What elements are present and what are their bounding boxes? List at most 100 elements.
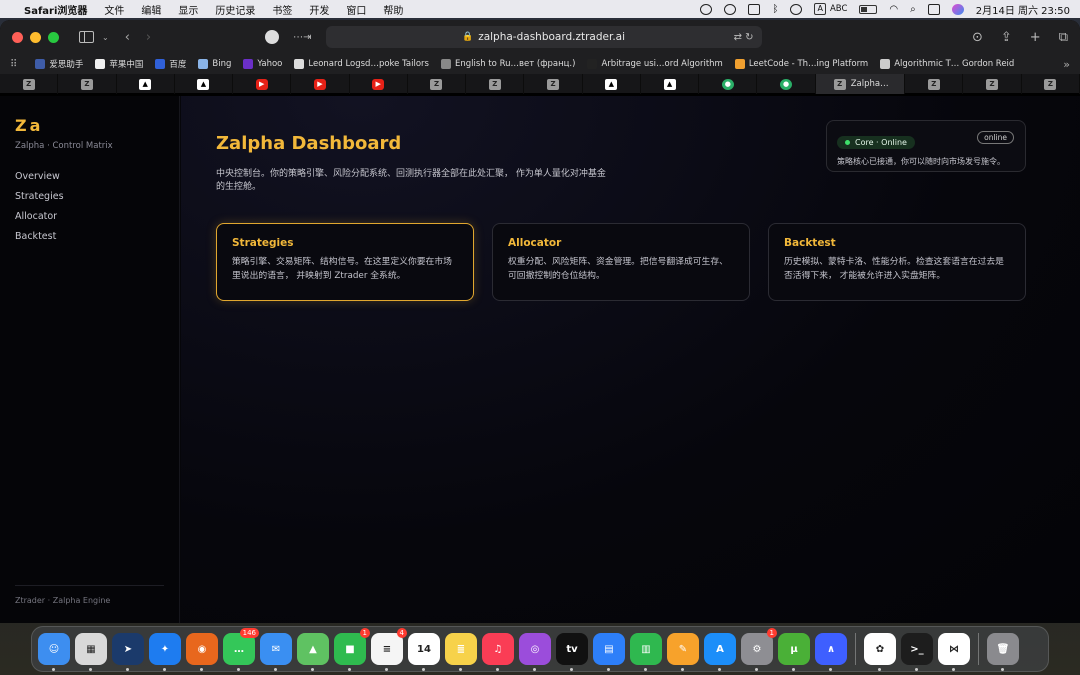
close-window-button[interactable] xyxy=(12,31,23,43)
browser-tab[interactable]: ▶ xyxy=(350,74,408,94)
bookmark-item[interactable]: Algorithmic T… Gordon Reid xyxy=(880,59,1014,69)
browser-tab[interactable]: ● xyxy=(699,74,758,94)
dock-apple-tv-icon[interactable]: tv xyxy=(556,633,588,671)
spotlight-search-icon[interactable]: ⌕ xyxy=(910,4,916,15)
brand-logo[interactable]: Za xyxy=(15,116,164,135)
input-method-icon[interactable]: A xyxy=(814,3,826,15)
dock-keynote-icon[interactable]: ▤ xyxy=(593,633,625,671)
browser-tab[interactable]: Z xyxy=(524,74,583,94)
bookmarks-grid-icon[interactable]: ⠿ xyxy=(10,59,17,70)
dock-system-settings-icon[interactable]: ⚙ 1 xyxy=(741,628,777,671)
bookmark-item[interactable]: 爱思助手 xyxy=(35,58,83,70)
dock-podcasts-icon[interactable]: ◎ xyxy=(519,633,551,671)
menu-window[interactable]: 窗口 xyxy=(346,2,366,17)
new-tab-icon[interactable]: + xyxy=(1030,30,1041,45)
browser-tab[interactable]: ● xyxy=(757,74,816,94)
bookmark-item[interactable]: Bing xyxy=(198,59,231,69)
wifi-icon[interactable]: ◠ xyxy=(889,4,898,15)
dock-chatgpt-icon[interactable]: ✿ xyxy=(864,633,896,671)
extension-arrow-icon[interactable]: ⋯⇥ xyxy=(293,32,311,43)
browser-tab[interactable]: Z xyxy=(466,74,525,94)
dock-notes-icon[interactable]: ≣ xyxy=(445,633,477,671)
github-extension-icon[interactable] xyxy=(265,30,280,44)
bookmark-item[interactable]: Arbitrage usi…ord Algorithm xyxy=(587,59,723,69)
back-icon[interactable]: ‹ xyxy=(125,30,130,45)
dock-nordvpn-icon[interactable]: ∧ xyxy=(815,633,847,671)
sidebar-toggle-icon[interactable] xyxy=(79,31,94,43)
browser-tab[interactable]: Z xyxy=(58,74,117,94)
dock-firefox-icon[interactable]: ◉ xyxy=(186,633,218,671)
share-icon[interactable]: ⇪ xyxy=(1001,30,1012,45)
forward-icon[interactable]: › xyxy=(146,30,151,45)
browser-tab[interactable]: ▲ xyxy=(583,74,641,94)
browser-tab[interactable]: ▲ xyxy=(175,74,234,94)
dock-app-store-icon[interactable]: A xyxy=(704,633,736,671)
downloads-icon[interactable]: ⊙ xyxy=(972,30,983,45)
dock-messages-icon[interactable]: … 146 xyxy=(223,628,259,671)
browser-tab[interactable]: ▲ xyxy=(117,74,175,94)
translate-reload-icon[interactable]: ⇄ ↻ xyxy=(734,32,754,43)
battery-icon[interactable] xyxy=(859,4,878,14)
dock-facetime-icon[interactable]: ■ 1 xyxy=(334,628,370,671)
bookmark-item[interactable]: English to Ru…вет (франц.) xyxy=(440,59,575,69)
dock-reminders-icon[interactable]: ≡ 4 xyxy=(371,628,407,671)
menu-history[interactable]: 历史记录 xyxy=(215,2,255,17)
dock-trash-icon[interactable]: 🗑 xyxy=(987,633,1019,671)
sidebar-item-backtest[interactable]: Backtest xyxy=(15,231,164,242)
browser-tab[interactable]: Z xyxy=(408,74,467,94)
bookmarks-overflow-icon[interactable]: » xyxy=(1063,58,1070,71)
bluetooth-icon[interactable]: ᛒ xyxy=(772,4,778,15)
menu-app-name[interactable]: Safari浏览器 xyxy=(24,2,87,17)
control-center-icon[interactable] xyxy=(927,3,940,15)
sidebar-item-allocator[interactable]: Allocator xyxy=(15,211,164,222)
browser-tab[interactable]: ▶ xyxy=(291,74,350,94)
dock-launchpad-icon[interactable]: ▦ xyxy=(75,633,107,671)
dock-maps-icon[interactable]: ▲ xyxy=(297,633,329,671)
siri-icon[interactable] xyxy=(951,3,964,15)
dock-numbers-icon[interactable]: ▥ xyxy=(630,633,662,671)
browser-tab[interactable]: Z xyxy=(1022,74,1080,94)
dock-finder-icon[interactable]: ☺ xyxy=(38,633,70,671)
dock-calendar-icon[interactable]: 14 xyxy=(408,633,440,671)
bookmark-item[interactable]: Yahoo xyxy=(243,59,282,69)
play-menu-icon[interactable] xyxy=(790,3,803,15)
nordvpn-menu-icon[interactable] xyxy=(724,3,737,15)
dock-utorrent-icon[interactable]: µ xyxy=(778,633,810,671)
backtest-card[interactable]: Backtest 历史模拟、蒙特卡洛、性能分析。检查这套语言在过去是否活得下来，… xyxy=(768,223,1026,301)
minimize-window-button[interactable] xyxy=(30,31,41,43)
menu-help[interactable]: 帮助 xyxy=(383,2,403,17)
browser-tab[interactable]: Z xyxy=(963,74,1022,94)
dock-vscode-icon[interactable]: ⋈ xyxy=(938,633,970,671)
browser-tab[interactable]: Z xyxy=(0,74,59,94)
dock-terminal-icon[interactable]: >_ xyxy=(901,633,933,671)
menu-file[interactable]: 文件 xyxy=(104,2,124,17)
browser-tab[interactable]: ▲ xyxy=(641,74,700,94)
menu-edit[interactable]: 编辑 xyxy=(141,2,161,17)
dock-music-icon[interactable]: ♫ xyxy=(482,633,514,671)
menu-view[interactable]: 显示 xyxy=(178,2,198,17)
menu-bookmarks[interactable]: 书签 xyxy=(272,2,292,17)
menu-develop[interactable]: 开发 xyxy=(309,2,329,17)
tab-overview-icon[interactable]: ⧉ xyxy=(1059,30,1068,45)
clipboard-menu-icon[interactable] xyxy=(748,3,761,15)
strategies-card[interactable]: Strategies 策略引擎、交易矩阵、结构信号。在这里定义你要在市场里说出的… xyxy=(216,223,474,301)
bookmark-item[interactable]: LeetCode - Th…ing Platform xyxy=(734,59,868,69)
bookmark-item[interactable]: 百度 xyxy=(155,58,186,70)
chatgpt-menu-icon[interactable] xyxy=(700,3,713,15)
dock-navigator-icon[interactable]: ➤ xyxy=(112,633,144,671)
sidebar-item-overview[interactable]: Overview xyxy=(15,171,164,182)
menubar-clock[interactable]: 2月14日 周六 23:50 xyxy=(976,2,1070,17)
dock-mail-icon[interactable]: ✉ xyxy=(260,633,292,671)
allocator-card[interactable]: Allocator 权重分配、风险矩阵、资金管理。把信号翻译成可生存、可回撤控制… xyxy=(492,223,750,301)
chevron-down-icon[interactable]: ⌄ xyxy=(102,33,109,42)
dock-pages-icon[interactable]: ✎ xyxy=(667,633,699,671)
address-bar[interactable]: 🔒 zalpha-dashboard.ztrader.ai ⇄ ↻ xyxy=(325,26,762,48)
browser-tab[interactable]: ▶ xyxy=(233,74,292,94)
bookmark-item[interactable]: Leonard Logsd…poke Tailors xyxy=(294,59,429,69)
dock-safari-icon[interactable]: ✦ xyxy=(149,633,181,671)
browser-tab[interactable]: Z xyxy=(905,74,964,94)
zoom-window-button[interactable] xyxy=(48,31,59,43)
browser-tab[interactable]: Z Zalpha… xyxy=(815,74,906,94)
sidebar-item-strategies[interactable]: Strategies xyxy=(15,191,164,202)
bookmark-item[interactable]: 苹果中国 xyxy=(95,58,143,70)
